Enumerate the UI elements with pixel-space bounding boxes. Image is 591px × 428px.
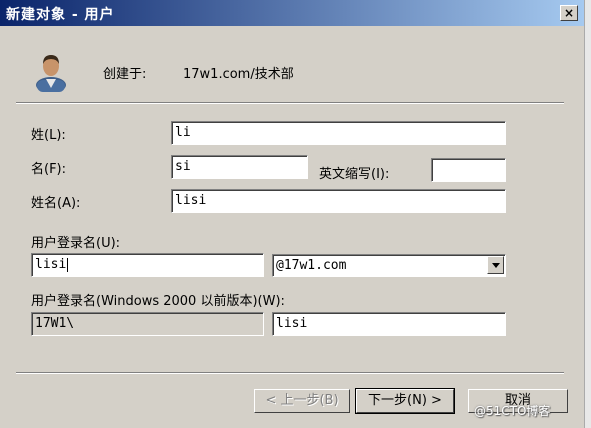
last-name-input[interactable]: li <box>171 121 506 145</box>
domain-suffix-select[interactable]: @17w1.com <box>272 254 506 277</box>
logon-name-label: 用户登录名(U): <box>31 236 121 251</box>
last-name-label: 姓(L): <box>31 128 66 143</box>
separator-bottom <box>16 372 564 374</box>
background-window-edge <box>584 0 591 428</box>
watermark: @51CTO博客 <box>474 404 551 418</box>
pre2000-domain-field: 17W1\ <box>31 312 264 336</box>
initials-input[interactable] <box>431 158 506 182</box>
pre2000-logon-input[interactable]: lisi <box>272 312 506 336</box>
created-in-value: 17w1.com/技术部 <box>183 67 294 82</box>
full-name-label: 姓名(A): <box>31 196 81 211</box>
chevron-down-icon <box>492 263 500 268</box>
window-title: 新建对象 - 用户 <box>6 7 115 23</box>
pre2000-logon-label: 用户登录名(Windows 2000 以前版本)(W): <box>31 294 285 309</box>
user-icon <box>36 55 66 92</box>
created-in-label: 创建于: <box>103 67 147 82</box>
initials-label: 英文缩写(I): <box>319 167 390 182</box>
title-bar: 新建对象 - 用户 × <box>0 0 584 26</box>
full-name-input[interactable]: lisi <box>171 189 506 213</box>
close-button[interactable]: × <box>560 5 578 21</box>
new-user-dialog: 新建对象 - 用户 × 创建于: 17w1.com/技术部 姓(L): li 名… <box>0 0 584 428</box>
dropdown-button[interactable] <box>487 256 504 274</box>
close-icon: × <box>563 6 575 20</box>
first-name-label: 名(F): <box>31 162 67 177</box>
separator-top <box>16 102 564 104</box>
text-caret <box>67 257 69 272</box>
first-name-input[interactable]: si <box>171 155 308 179</box>
next-button[interactable]: 下一步(N) > <box>355 388 455 414</box>
logon-name-input[interactable]: lisi <box>31 253 264 277</box>
back-button[interactable]: < 上一步(B) <box>254 389 350 413</box>
